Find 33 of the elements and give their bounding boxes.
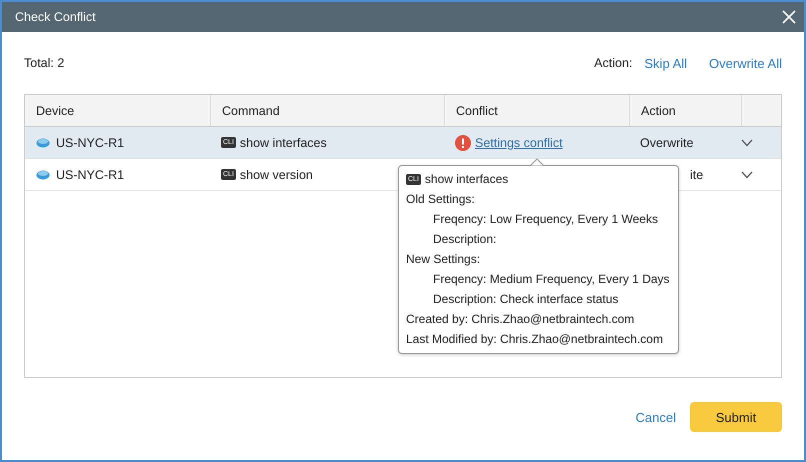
column-header: Device	[36, 104, 74, 118]
tooltip-text: Freqency: Medium Frequency, Every 1 Days	[433, 272, 670, 286]
action-label: Action:	[594, 56, 632, 70]
warning-icon	[455, 134, 471, 150]
action-value: Overwrite	[640, 136, 694, 150]
tooltip-text: Freqency: Low Frequency, Every 1 Weeks	[433, 212, 658, 226]
router-icon	[36, 138, 50, 148]
tooltip-text: Created by: Chris.Zhao@netbraintech.com	[406, 312, 634, 326]
command-text: show interfaces	[240, 136, 327, 150]
tooltip-text: Description: Check interface status	[433, 292, 618, 306]
action-value: ite	[690, 168, 704, 182]
chevron-down-icon[interactable]	[741, 170, 753, 178]
cancel-button[interactable]: Cancel	[636, 410, 676, 424]
bulk-action-link[interactable]: Skip All	[644, 56, 688, 70]
command-text: show version	[240, 168, 313, 182]
column-header: Action	[641, 104, 676, 118]
tooltip-text: New Settings:	[406, 252, 480, 266]
conflict-link[interactable]: Settings conflict	[475, 136, 563, 150]
close-icon[interactable]	[782, 10, 796, 24]
tooltip-text: Last Modified by: Chris.Zhao@netbraintech.com	[406, 332, 663, 346]
device-name: US-NYC-R1	[56, 136, 124, 150]
command-text: show interfaces	[424, 172, 508, 186]
submit-button[interactable]: Submit	[690, 402, 782, 432]
bulk-action-link[interactable]: Overwrite All	[709, 56, 782, 70]
column-header: Command	[222, 104, 280, 118]
chevron-down-icon[interactable]	[741, 138, 753, 146]
tooltip-text: Old Settings:	[406, 192, 475, 206]
window-title: Check Conflict	[15, 10, 96, 24]
router-icon	[36, 170, 50, 180]
tooltip-text: Description:	[433, 232, 496, 246]
device-name: US-NYC-R1	[56, 168, 124, 182]
total-count: Total: 2	[24, 56, 64, 70]
column-header: Conflict	[456, 104, 498, 118]
